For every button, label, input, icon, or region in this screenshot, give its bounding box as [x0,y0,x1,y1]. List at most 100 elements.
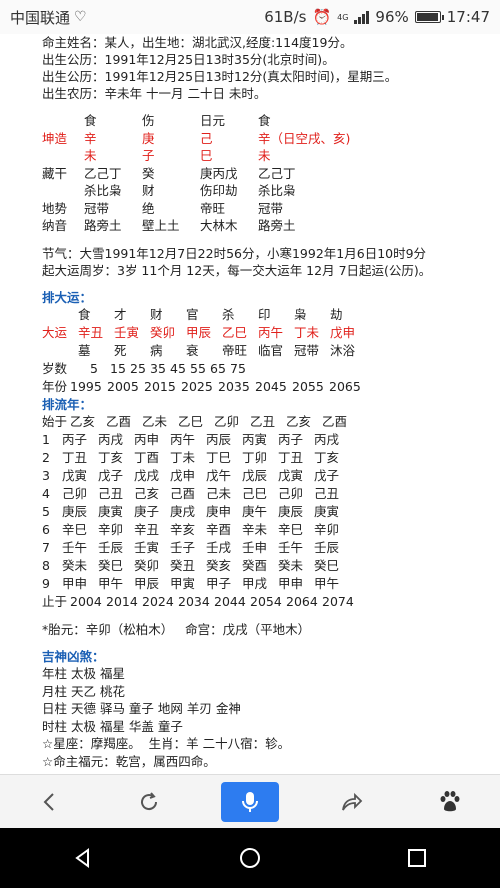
alarm-icon: ⏰ [312,8,332,26]
back-button[interactable] [22,782,78,822]
liunian-cell: 辛丑 [134,521,160,537]
dayun-row-label: 岁数 [42,360,68,376]
microphone-icon [241,791,258,812]
dayun-row-label: 年份 [42,378,68,394]
liunian-cell: 2014 [106,593,138,609]
pillar-label: 坤造 [42,130,68,146]
liunian-cell: 丁卯 [242,449,268,465]
pillar-cell: 冠带 [84,200,110,216]
share-button[interactable] [323,782,379,822]
liunian-row: 5 庚辰 庚寅 庚子 庚戌 庚申 庚午 庚辰 庚寅 [42,503,500,521]
status-bar: 中国联通 ♡ 61B/s ⏰ 4G 96% 17:47 [0,0,500,34]
pillar-cell: 庚丙戊 [200,165,238,181]
dayun-cell: 印 [258,306,271,322]
pillar-cell: 绝 [142,200,155,216]
network-type: 4G [337,12,349,22]
info-line: 命主姓名：某人，出生地：湖北武汉,经度:114度19分。 [42,35,353,50]
shensha-line: 时柱 太极 福星 华盖 童子 [42,718,183,734]
dayun-cell: 帝旺 [222,342,248,358]
dayun-cell: 25 [130,360,146,376]
liunian-cell: 己巳 [242,485,268,501]
liunian-table: 始于 乙亥 乙酉 乙未 乙巳 乙卯 乙丑 乙亥 乙酉 1 丙子 丙戌 丙申 丙午 丙辰 丙寅 丙子 丙戌 2 丁丑 丁亥… [42,413,500,611]
liunian-cell: 戊寅 [278,467,304,483]
nav-back-button[interactable] [53,838,113,878]
pillar-header: 食 [84,113,97,128]
liunian-cell: 辛酉 [206,521,232,537]
liunian-cell: 庚辰 [62,503,88,519]
liunian-cell: 庚子 [134,503,160,519]
liunian-cell: 戊寅 [62,467,88,483]
liunian-row: 8 癸未 癸巳 癸卯 癸丑 癸亥 癸酉 癸未 癸巳 [42,557,500,575]
dayun-cell: 丙午 [258,324,284,340]
liunian-cell: 乙亥 [70,413,96,429]
pillar-cell: 纳音 [42,218,68,233]
liunian-cell: 戊申 [170,467,196,483]
liunian-cell: 辛巳 [62,521,88,537]
liunian-cell: 庚申 [206,503,232,519]
dayun-cell: 病 [150,342,163,358]
chevron-left-icon [43,792,54,811]
pillar-header: 日元 [200,113,226,128]
pillar-cell: 癸 [142,165,155,181]
liunian-cell: 2044 [214,593,246,609]
baidu-button[interactable] [422,782,478,822]
liunian-cell: 2074 [322,593,354,609]
pillar-cell: 帝旺 [200,200,226,216]
liunian-cell: 癸丑 [170,557,196,573]
nav-home-button[interactable] [220,838,280,878]
liunian-cell: 癸巳 [98,557,124,573]
pillar-branch: 子 [142,148,155,163]
liunian-cell: 甲申 [62,575,88,591]
liunian-cell: 己丑 [314,485,340,501]
liunian-cell: 乙巳 [178,413,204,429]
refresh-button[interactable] [121,782,177,822]
pillar-cell: 路旁土 [258,218,296,233]
pillar-cell: 乙己丁 [84,165,122,181]
liunian-cell: 戊辰 [242,467,268,483]
liunian-cell: 丁亥 [98,449,124,465]
liunian-cell: 2004 [70,593,102,609]
liunian-cell: 甲午 [98,575,124,591]
liunian-cell: 甲申 [278,575,304,591]
liunian-row: 6 辛巳 辛卯 辛丑 辛亥 辛酉 辛未 辛巳 辛卯 [42,521,500,539]
dayun-cell: 1995 [70,378,102,394]
pillar-header [42,112,84,130]
liunian-cell: 庚寅 [98,503,124,519]
dayun-cell: 2035 [218,378,250,394]
dayun-cell: 枭 [294,306,307,322]
dayun-cell: 5 [90,360,98,376]
liunian-row: 始于 乙亥 乙酉 乙未 乙巳 乙卯 乙丑 乙亥 乙酉 [42,413,500,431]
dayun-cell: 15 [110,360,126,376]
liunian-cell: 乙酉 [322,413,348,429]
dayun-cell: 才 [114,306,127,322]
dayun-cell: 2015 [144,378,176,394]
liunian-cell: 壬午 [278,539,304,555]
dayun-cell: 食 [78,306,91,322]
liunian-cell: 丙戌 [98,431,124,447]
liunian-cell: 丙午 [170,431,196,447]
info-line: 出生公历：1991年12月25日13时35分(北京时间)。 [42,52,335,67]
dayun-cell: 衰 [186,342,199,358]
bazi-content: 命主姓名：某人，出生地：湖北武汉,经度:114度19分。 出生公历：1991年1… [0,34,500,774]
pillar-cell: 藏干 [42,165,68,181]
liunian-row-label: 9 [42,575,50,591]
pillar-stem: 辛（日空戌、亥) [258,130,351,146]
liunian-cell: 2064 [286,593,318,609]
jieqi-line: 节气：大雪1991年12月7日22时56分，小寒1992年1月6日10时9分 [42,245,427,261]
liunian-cell: 辛卯 [314,521,340,537]
liunian-cell: 丙申 [134,431,160,447]
pillar-cell: 大林木 [200,218,238,233]
nav-recents-button[interactable] [387,838,447,878]
pillar-cell: 路旁土 [84,218,122,233]
dayun-row-label [42,342,78,360]
voice-search-button[interactable] [220,781,279,822]
system-nav-bar [0,828,500,888]
liunian-cell: 癸未 [62,557,88,573]
liunian-row-label: 7 [42,539,50,555]
shensha-title: 吉神凶煞： [42,648,105,664]
dayun-cell: 55 [190,360,206,376]
pillar-stem: 辛 [84,130,97,146]
dayun-row: 墓 死 病 衰 帝旺 临官 冠带 沐浴 [42,342,500,360]
liunian-cell: 己卯 [278,485,304,501]
liunian-row: 3 戊寅 戊子 戊戌 戊申 戊午 戊辰 戊寅 戊子 [42,467,500,485]
